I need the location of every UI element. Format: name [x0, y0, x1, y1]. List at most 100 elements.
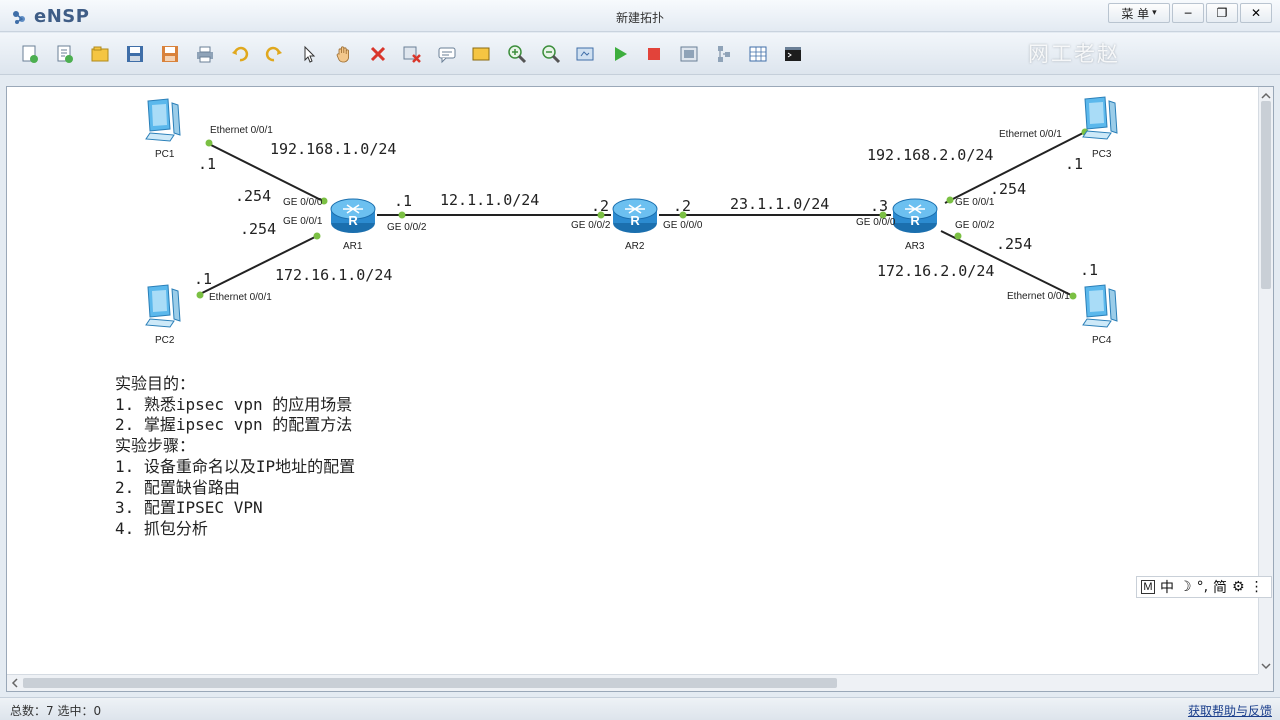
scroll-down-icon[interactable]: [1261, 661, 1271, 671]
link-pc2-ar1[interactable]: [197, 234, 320, 296]
delete-icon[interactable]: [367, 43, 389, 65]
port-dot: [205, 139, 213, 147]
horizontal-scrollbar[interactable]: [7, 674, 1259, 691]
pc-icon: [145, 98, 181, 142]
iface-label: GE 0/0/2: [387, 222, 427, 233]
notes-line: 4. 抓包分析: [115, 518, 208, 538]
ime-toolbar[interactable]: M 中 ☽ °, 简 ⚙ ⋮: [1136, 576, 1272, 598]
host-address-label: .254: [235, 187, 272, 205]
save-icon[interactable]: [124, 43, 146, 65]
document-title: 新建拓扑: [615, 11, 664, 25]
iface-label: Ethernet 0/0/1: [999, 129, 1062, 140]
minimize-button[interactable]: ─: [1172, 3, 1204, 23]
network-label: 172.16.2.0/24: [877, 262, 995, 280]
horizontal-scroll-thumb[interactable]: [23, 678, 837, 688]
scroll-up-icon[interactable]: [1261, 91, 1271, 101]
scroll-left-icon[interactable]: [10, 678, 20, 688]
host-address-label: .254: [240, 220, 277, 238]
watermark: 网工老赵: [1028, 42, 1120, 66]
save-as-icon[interactable]: [159, 43, 181, 65]
notes-line: 实验步骤：: [115, 436, 196, 456]
pan-hand-icon[interactable]: [333, 43, 355, 65]
port-dot: [954, 232, 962, 240]
capture-icon[interactable]: [678, 43, 700, 65]
host-address-label: .3: [870, 197, 889, 215]
ime-punct-toggle[interactable]: °,: [1197, 579, 1208, 595]
ar2-label: AR2: [625, 241, 645, 252]
zoom-in-icon[interactable]: [506, 43, 528, 65]
undo-icon[interactable]: [229, 43, 251, 65]
network-label: 12.1.1.0/24: [440, 191, 540, 209]
grid-icon[interactable]: [747, 43, 769, 65]
pc1-node[interactable]: [145, 98, 181, 142]
restore-button[interactable]: ❐: [1206, 3, 1238, 23]
help-feedback-link[interactable]: 获取帮助与反馈: [1188, 702, 1272, 719]
vertical-scroll-thumb[interactable]: [1261, 101, 1271, 289]
network-label: 192.168.2.0/24: [867, 146, 994, 164]
gear-icon[interactable]: ⚙: [1232, 579, 1245, 595]
print-icon[interactable]: [194, 43, 216, 65]
ime-script-toggle[interactable]: 简: [1213, 577, 1227, 597]
router-icon: R: [612, 198, 658, 233]
port-dot: [946, 196, 954, 204]
host-address-label: .1: [1080, 261, 1099, 279]
lab-notes-textbox[interactable]: 实验目的： 1. 熟悉ipsec vpn 的应用场景 2. 掌握ipsec vp…: [115, 374, 355, 540]
pc2-node[interactable]: [145, 284, 181, 328]
pc-icon: [145, 284, 181, 328]
stop-device-icon[interactable]: [643, 43, 665, 65]
status-bar: 总数：7 选中：0 获取帮助与反馈: [0, 697, 1280, 720]
window-controls: 菜 单 ▾ ─ ❐ ✕: [1108, 3, 1272, 23]
notes-line: 2. 掌握ipsec vpn 的配置方法: [115, 415, 353, 435]
close-button[interactable]: ✕: [1240, 3, 1272, 23]
close-icon: ✕: [1250, 6, 1262, 20]
rectangle-icon[interactable]: [470, 43, 492, 65]
port-dot: [196, 291, 204, 299]
ar1-label: AR1: [343, 241, 363, 252]
pc1-label: PC1: [155, 149, 175, 160]
menu-button[interactable]: 菜 单 ▾: [1108, 3, 1170, 23]
notes-line: 实验目的：: [115, 374, 196, 393]
iface-label: GE 0/0/0: [856, 217, 896, 228]
port-dot: [1069, 292, 1077, 300]
pc2-label: PC2: [155, 335, 175, 346]
topology-icon[interactable]: [713, 43, 735, 65]
open-icon[interactable]: [89, 43, 111, 65]
redo-icon[interactable]: [263, 43, 285, 65]
ime-mode-icon[interactable]: M: [1141, 580, 1155, 594]
ar1-node[interactable]: R: [330, 198, 376, 233]
chevron-down-icon: ▾: [1152, 8, 1157, 18]
new-lab-icon[interactable]: [54, 43, 76, 65]
minimize-icon: ─: [1184, 6, 1192, 20]
scroll-corner: [1258, 674, 1273, 691]
iface-label: Ethernet 0/0/1: [209, 292, 272, 303]
zoom-out-icon[interactable]: [540, 43, 562, 65]
more-icon[interactable]: ⋮: [1250, 579, 1264, 595]
text-note-icon[interactable]: [436, 43, 458, 65]
start-device-icon[interactable]: [609, 43, 631, 65]
topology-canvas-frame: R R R PC1 PC2 PC3 PC4 AR1 AR2 AR3 Ethern…: [6, 86, 1274, 692]
new-topology-icon[interactable]: [19, 43, 41, 65]
notes-line: 2. 配置缺省路由: [115, 477, 240, 497]
console-icon[interactable]: [782, 43, 804, 65]
ar2-node[interactable]: R: [612, 198, 658, 233]
notes-line: 1. 熟悉ipsec vpn 的应用场景: [115, 394, 353, 414]
ar3-node[interactable]: R: [892, 198, 938, 233]
iface-label: Ethernet 0/0/1: [210, 125, 273, 136]
moon-icon[interactable]: ☽: [1179, 579, 1192, 595]
ime-lang-toggle[interactable]: 中: [1160, 577, 1174, 597]
select-icon[interactable]: [298, 43, 320, 65]
topology-canvas[interactable]: R R R PC1 PC2 PC3 PC4 AR1 AR2 AR3 Ethern…: [7, 87, 1259, 675]
host-address-label: .1: [394, 192, 413, 210]
pc3-label: PC3: [1092, 149, 1112, 160]
delete-links-icon[interactable]: [401, 43, 423, 65]
title-bar: eNSP 新建拓扑 菜 单 ▾ ─ ❐ ✕: [0, 0, 1280, 32]
router-icon: R: [330, 198, 376, 233]
selection-count: 总数：7 选中：0: [10, 704, 102, 718]
pc4-node[interactable]: [1082, 284, 1118, 328]
pc-icon: [1082, 284, 1118, 328]
fit-view-icon[interactable]: [574, 43, 596, 65]
notes-line: 3. 配置IPSEC VPN: [115, 498, 263, 518]
iface-label: GE 0/0/2: [571, 220, 611, 231]
host-address-label: .1: [1065, 155, 1084, 173]
pc3-node[interactable]: [1082, 96, 1118, 140]
